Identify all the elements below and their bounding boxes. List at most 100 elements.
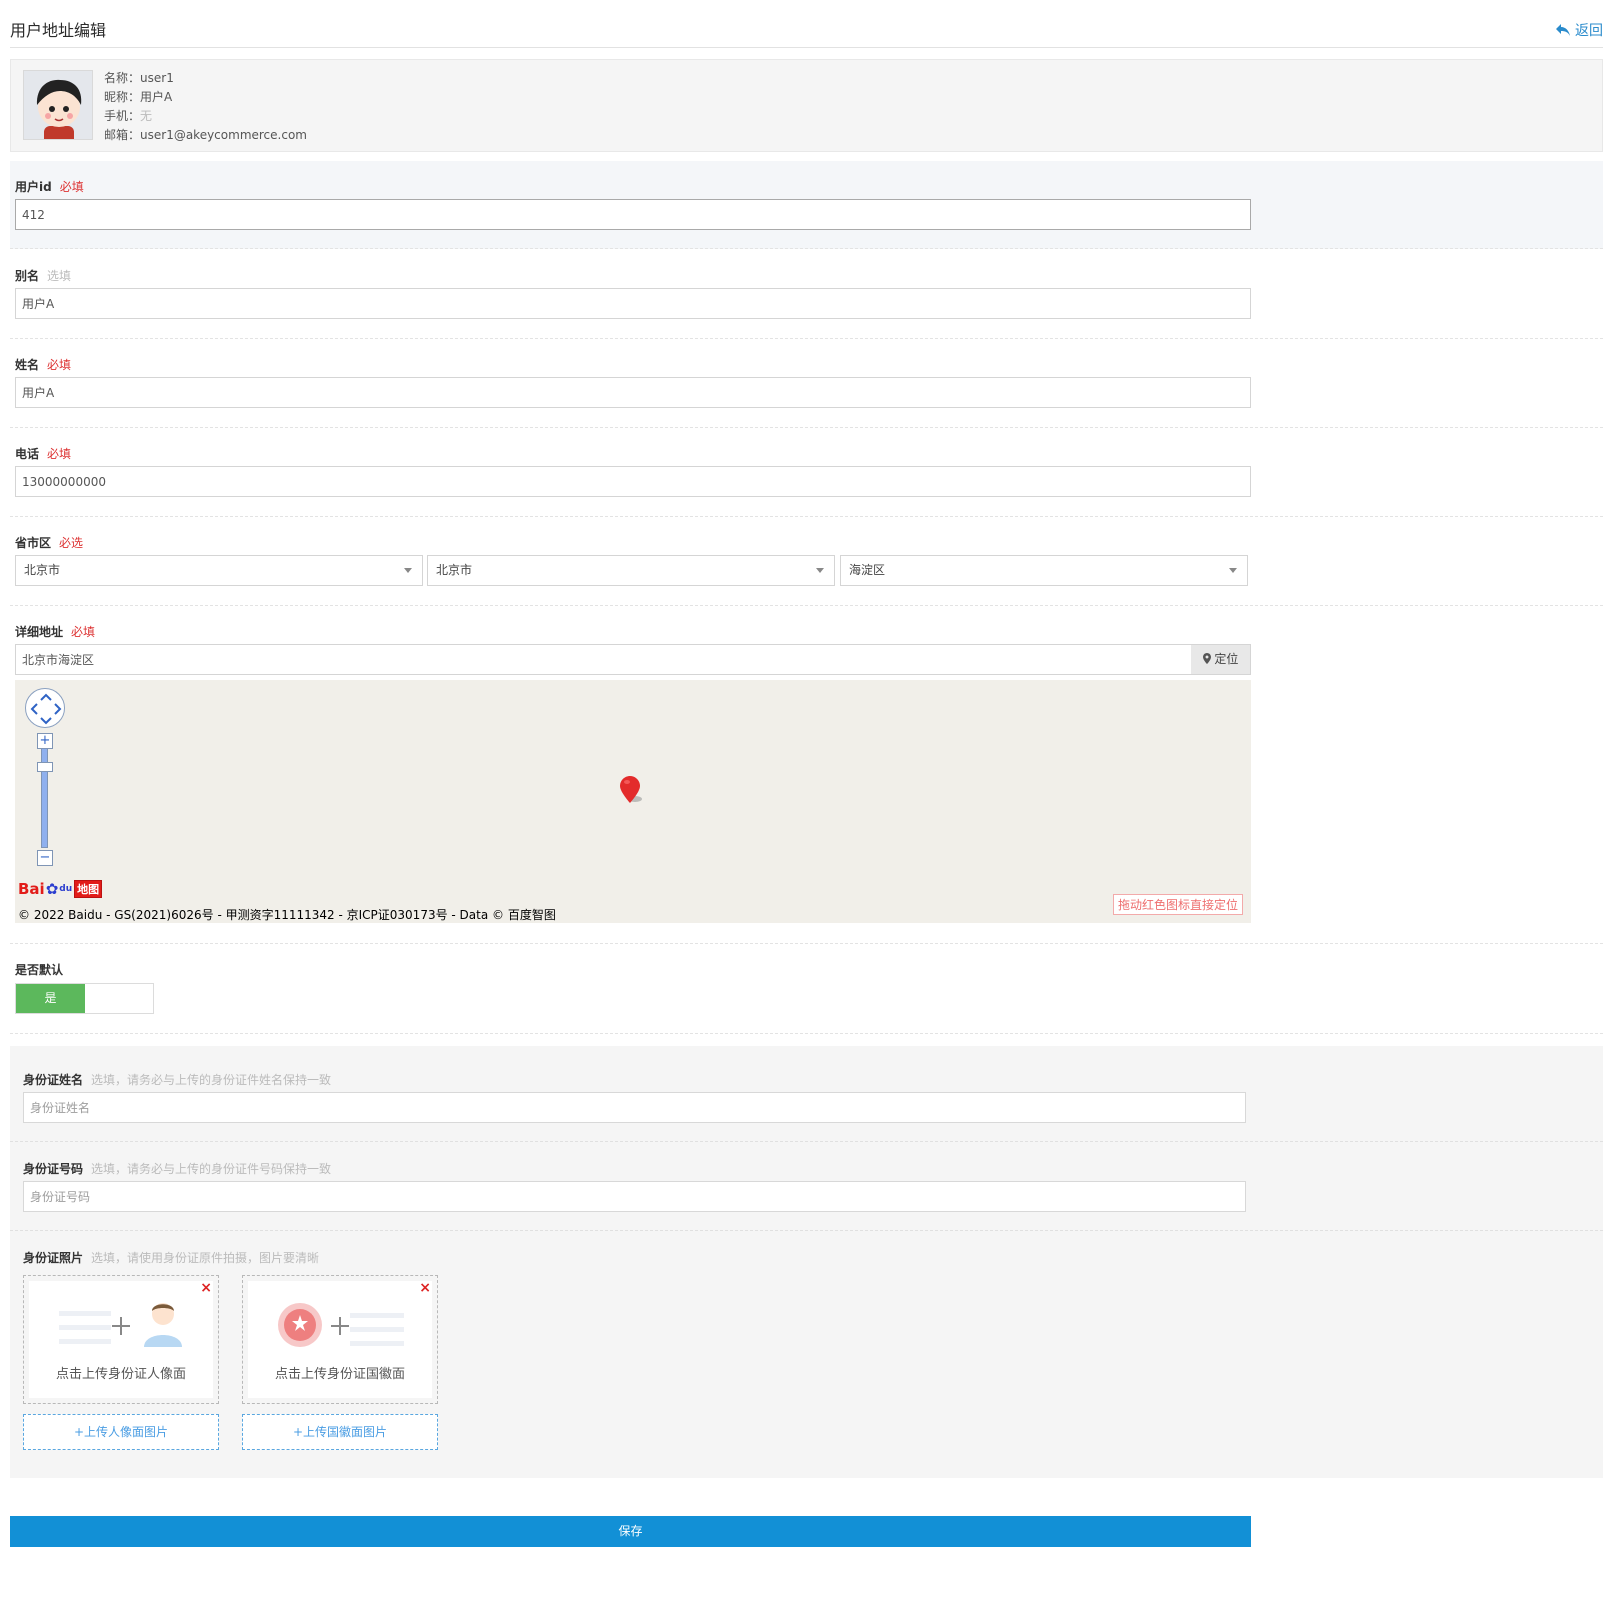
id-name-label-text: 身份证姓名 [23,1073,84,1087]
id-front-upload-card[interactable]: 点击上传身份证人像面 × [23,1275,219,1404]
id-number-input[interactable] [23,1181,1246,1212]
page-header: 用户地址编辑 返回 [10,0,1603,48]
zoom-in-button[interactable]: + [37,733,53,749]
province-select[interactable]: 北京市 [15,555,423,586]
page-title: 用户地址编辑 [10,21,107,40]
profile-name-value: user1 [140,71,174,85]
profile-name: 名称：user1 [104,69,307,88]
address-input-group: 定位 [15,644,1268,675]
close-icon[interactable]: × [200,1280,212,1296]
required-tag: 必填 [59,180,84,194]
alias-field: 别名 选填 [10,250,1603,339]
id-back-placeholder-icon [278,1303,404,1347]
required-tag: 必选 [59,536,84,550]
avatar [23,70,93,140]
chevron-down-icon [816,568,824,573]
region-selects: 北京市 北京市 海淀区 [15,555,1255,586]
id-number-field: 身份证号码 选填，请务必与上传的身份证件号码保持一致 [10,1142,1603,1231]
id-number-label-text: 身份证号码 [23,1162,84,1176]
id-photo-hint: 选填，请使用身份证原件拍摄，图片要清晰 [91,1251,320,1265]
chevron-down-icon [1229,568,1237,573]
reply-arrow-icon [1556,24,1570,36]
profile-nick-label: 昵称： [104,90,141,104]
id-photo-label-text: 身份证照片 [23,1251,84,1265]
toggle-on-label: 是 [16,984,85,1013]
region-label-text: 省市区 [15,536,52,550]
id-number-hint: 选填，请务必与上传的身份证件号码保持一致 [91,1162,332,1176]
default-field: 是否默认 [10,944,1603,1034]
user-profile-card: 名称：user1 昵称：用户A 手机：无 邮箱：user1@akeycommer… [10,59,1603,152]
profile-phone: 手机：无 [104,107,307,126]
back-label: 返回 [1575,23,1603,39]
red-location-marker[interactable] [620,776,646,806]
required-tag: 必填 [47,447,72,461]
profile-email-label: 邮箱： [104,128,141,142]
locate-button[interactable]: 定位 [1191,644,1251,675]
phone-input[interactable] [15,466,1251,497]
city-select[interactable]: 北京市 [427,555,835,586]
baidu-logo-bai: Bai [18,880,45,898]
user-id-input[interactable] [15,199,1251,230]
id-name-label: 身份证姓名 选填，请务必与上传的身份证件姓名保持一致 [23,1071,331,1088]
default-label: 是否默认 [15,963,64,977]
chevron-down-icon [404,568,412,573]
profile-info: 名称：user1 昵称：用户A 手机：无 邮箱：user1@akeycommer… [104,69,307,145]
baidu-logo-du: du [59,884,73,894]
name-label-text: 姓名 [15,358,40,372]
zoom-slider-handle[interactable] [37,762,53,772]
upload-front-button[interactable]: +上传人像面图片 [23,1414,219,1450]
map-pan-control[interactable] [25,688,65,728]
id-front-caption: 点击上传身份证人像面 [55,1367,186,1382]
name-label: 姓名 必填 [15,356,71,373]
id-back-upload-card[interactable]: 点击上传身份证国徽面 × [242,1275,438,1404]
map-marker-icon [620,776,642,803]
paw-icon: ✿ [45,880,59,898]
address-label: 详细地址 必填 [15,623,95,640]
close-icon[interactable]: × [419,1280,431,1296]
save-button[interactable]: 保存 [10,1516,1251,1547]
optional-tag: 选填 [47,269,72,283]
region-label: 省市区 必选 [15,534,83,551]
city-value: 北京市 [436,563,473,577]
alias-label-text: 别名 [15,269,40,283]
name-field: 姓名 必填 [10,339,1603,428]
map-pin-icon [1202,653,1211,664]
default-toggle[interactable]: 是 [15,983,154,1014]
address-input[interactable] [15,644,1193,675]
back-link[interactable]: 返回 [1555,20,1603,40]
map-view[interactable]: + − Bai ✿ du 地图 © 2022 Baidu - GS(2021)6026… [15,680,1251,923]
province-value: 北京市 [24,563,61,577]
zoom-out-button[interactable]: − [37,850,53,866]
id-photo-label: 身份证照片 选填，请使用身份证原件拍摄，图片要清晰 [23,1249,319,1266]
pan-arrows-icon [30,693,62,725]
profile-nickname: 昵称：用户A [104,88,307,107]
id-name-input[interactable] [23,1092,1246,1123]
locate-label: 定位 [1214,652,1239,666]
map-copyright: © 2022 Baidu - GS(2021)6026号 - 甲测资字11111… [18,908,556,922]
profile-email-value: user1@akeycommerce.com [140,128,307,142]
user-id-field: 用户id 必填 [10,161,1603,249]
id-back-caption: 点击上传身份证国徽面 [274,1367,405,1382]
user-id-label: 用户id 必填 [15,178,84,195]
id-front-preview: 点击上传身份证人像面 [29,1281,213,1398]
id-number-label: 身份证号码 选填，请务必与上传的身份证件号码保持一致 [23,1160,331,1177]
district-select[interactable]: 海淀区 [840,555,1248,586]
upload-back-button[interactable]: +上传国徽面图片 [242,1414,438,1450]
phone-label-text: 电话 [15,447,40,461]
alias-label: 别名 选填 [15,267,71,284]
phone-field: 电话 必填 [10,428,1603,517]
id-back-preview: 点击上传身份证国徽面 [248,1281,432,1398]
id-name-hint: 选填，请务必与上传的身份证件姓名保持一致 [91,1073,332,1087]
required-tag: 必填 [47,358,72,372]
map-hint: 拖动红色图标直接定位 [1113,894,1244,915]
baidu-logo-ditu: 地图 [74,880,103,898]
name-input[interactable] [15,377,1251,408]
address-label-text: 详细地址 [15,625,64,639]
profile-nick-value: 用户A [140,90,173,104]
alias-input[interactable] [15,288,1251,319]
profile-name-label: 名称： [104,71,141,85]
id-name-field: 身份证姓名 选填，请务必与上传的身份证件姓名保持一致 [10,1046,1603,1142]
baidu-map-logo: Bai ✿ du 地图 [18,878,103,900]
required-tag: 必填 [71,625,96,639]
phone-label: 电话 必填 [15,445,71,462]
